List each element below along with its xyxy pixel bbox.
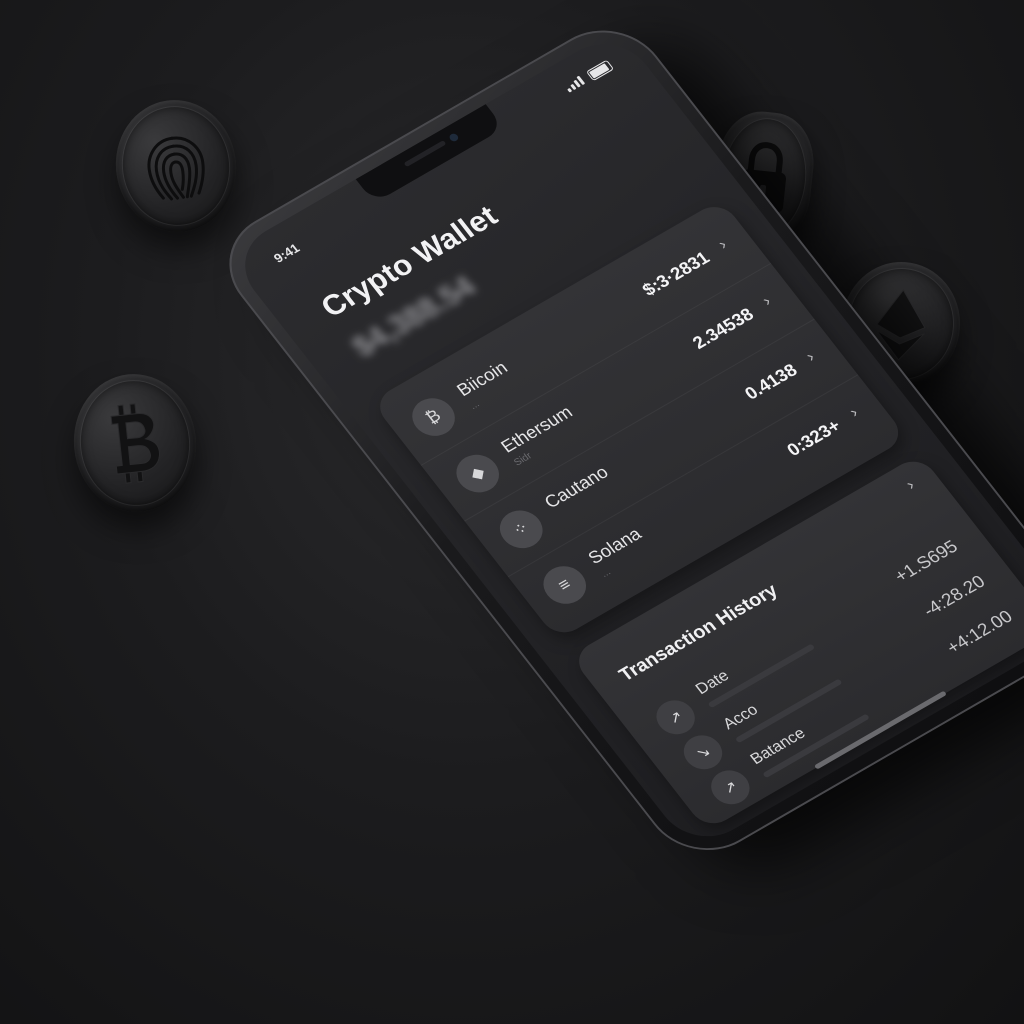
chevron-right-icon: › (802, 348, 819, 366)
asset-value: $:3·2831 (638, 247, 714, 300)
coin-rim (114, 99, 238, 233)
chevron-right-icon[interactable]: › (903, 477, 919, 494)
notch (355, 104, 505, 204)
fingerprint-coin (107, 92, 245, 240)
asset-name: Solana (584, 523, 646, 568)
asset-value: 2.34538 (688, 304, 758, 353)
ethereum-diamond-icon: ◆ (447, 447, 508, 500)
asset-subtitle: ... (599, 566, 614, 580)
battery-icon (585, 59, 615, 82)
asset-value: 0:323+ (783, 415, 845, 460)
asset-subtitle: ... (467, 398, 482, 412)
phone-mockup: 9:41 Crypto Wallet $4,388.54 ₿ Biicoin .… (205, 0, 1024, 871)
signal-icon (563, 75, 586, 93)
chevron-right-icon: › (715, 236, 731, 253)
camera (447, 132, 460, 143)
bitcoin-symbol-icon: ₿ (403, 391, 464, 444)
bitcoin-coin (67, 368, 203, 518)
phone-body: 9:41 Crypto Wallet $4,388.54 ₿ Biicoin .… (205, 10, 1024, 871)
asset-name: Biicoin (452, 357, 512, 400)
asset-name: Cautano (540, 462, 612, 513)
chevron-right-icon: › (759, 293, 775, 310)
cardano-dots-icon: ⁘ (491, 503, 551, 556)
chevron-right-icon: › (846, 404, 862, 421)
asset-value: 0.4138 (740, 359, 801, 404)
arrow-up-icon: ↗ (703, 763, 758, 811)
speaker (403, 140, 447, 168)
phone-screen: 9:41 Crypto Wallet $4,388.54 ₿ Biicoin .… (225, 28, 1024, 853)
coin-rim (73, 374, 197, 512)
solana-lines-icon: ≡ (534, 559, 595, 611)
status-time: 9:41 (270, 240, 303, 266)
